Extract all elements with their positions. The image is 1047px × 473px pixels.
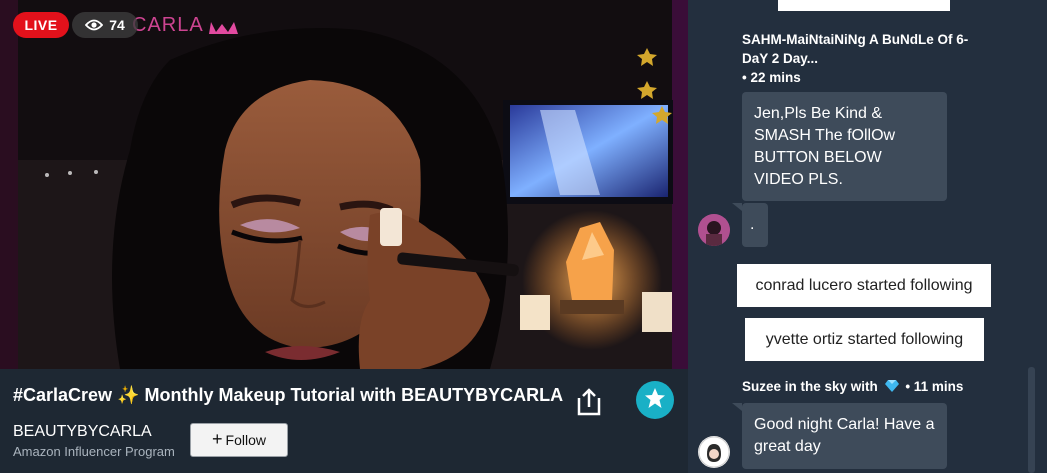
bubble-tail: [732, 203, 742, 211]
video-frame: [0, 0, 688, 369]
eye-icon: [85, 19, 104, 31]
chat-time: • 22 mins: [742, 70, 801, 85]
chat-text: Good night Carla! Have a great day: [754, 416, 935, 455]
channel-name[interactable]: BEAUTYBYCARLA: [13, 423, 152, 441]
chat-author: Suzee in the sky with: [742, 379, 878, 394]
share-button[interactable]: [576, 388, 602, 416]
follow-notice-text: conrad lucero started following: [755, 276, 973, 294]
chat-time: • 11 mins: [905, 379, 964, 394]
chat-author: SAHM-MaiNtaiNiNg A BuNdLe Of 6-DaY 2 Day…: [742, 32, 969, 66]
viewer-count-badge: 74: [72, 12, 138, 38]
watermark-text: CARLA: [132, 14, 204, 36]
chat-bubble: Good night Carla! Have a great day: [742, 403, 947, 469]
chat-panel[interactable]: SAHM-MaiNtaiNiNg A BuNdLe Of 6-DaY 2 Day…: [688, 0, 1047, 473]
stream-title: #CarlaCrew ✨ Monthly Makeup Tutorial wit…: [13, 385, 564, 405]
chat-notice-partial: [778, 0, 950, 11]
live-label: LIVE: [24, 17, 58, 33]
follow-notice: yvette ortiz started following: [745, 318, 984, 361]
live-badge: LIVE: [13, 12, 69, 38]
chat-message-header: Suzee in the sky with • 11 mins: [742, 377, 1012, 397]
channel-subtitle: Amazon Influencer Program: [13, 444, 175, 459]
chat-message-header: SAHM-MaiNtaiNiNg A BuNdLe Of 6-DaY 2 Day…: [742, 30, 982, 87]
follow-label: Follow: [225, 432, 266, 448]
plus-icon: +: [212, 429, 223, 449]
favorite-button[interactable]: [636, 381, 674, 419]
avatar[interactable]: [698, 436, 730, 468]
follow-button[interactable]: + Follow: [190, 423, 288, 457]
diamond-icon: [884, 378, 899, 397]
chat-text: Jen,Pls Be Kind & SMASH The fOllOw BUTTO…: [754, 105, 896, 188]
star-icon: [644, 387, 666, 414]
avatar[interactable]: [698, 214, 730, 246]
chat-bubble: .: [742, 203, 768, 247]
follow-notice: conrad lucero started following: [737, 264, 991, 307]
chat-scrollbar[interactable]: [1028, 367, 1035, 473]
chat-bubble: Jen,Pls Be Kind & SMASH The fOllOw BUTTO…: [742, 92, 947, 201]
viewer-count: 74: [109, 17, 125, 33]
chat-text: .: [750, 216, 755, 233]
video-player[interactable]: CARLA LIVE 74: [0, 0, 688, 369]
bubble-tail: [732, 403, 742, 411]
follow-notice-text: yvette ortiz started following: [765, 330, 964, 348]
share-icon: [576, 388, 602, 420]
